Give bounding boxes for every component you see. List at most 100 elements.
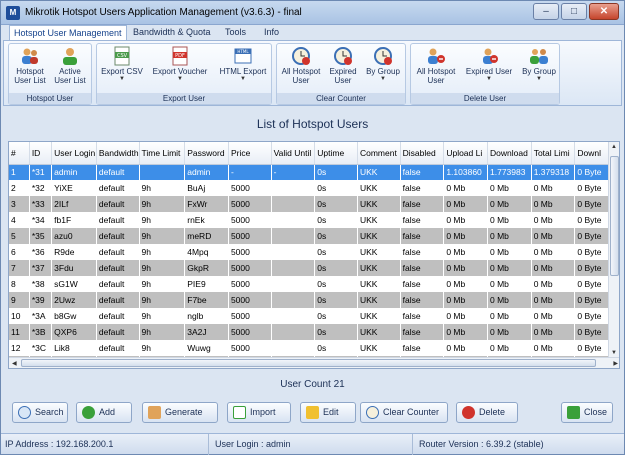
add-icon xyxy=(82,406,95,419)
scroll-up-icon[interactable]: ▲ xyxy=(611,144,617,150)
table-cell: default xyxy=(96,228,140,244)
close-button[interactable]: Close xyxy=(561,402,613,423)
menu-bandwidth-quota[interactable]: Bandwidth & Quota xyxy=(129,25,215,40)
table-cell: false xyxy=(400,180,445,196)
clear-expired-user-button[interactable]: Expired User xyxy=(325,46,361,85)
table-cell: 0 Mb xyxy=(531,212,576,228)
users-delete-icon xyxy=(426,46,446,66)
users-grid[interactable]: # ID User Login Bandwidth Time Limit Password… xyxy=(8,141,620,369)
table-row[interactable]: 3 *33 2ILf default 9h FxWr 5000 0s UKK false 0 Mb 0… xyxy=(9,196,609,212)
delete-button[interactable]: Delete xyxy=(456,402,518,423)
column-header[interactable]: User Login xyxy=(51,142,97,165)
table-row[interactable]: 1 *31 admin default admin - -0s UKK false 1.10386… xyxy=(9,164,609,180)
table-cell: false xyxy=(400,228,445,244)
table-row[interactable]: 8 *38 sG1W default 9h PIE9 5000 0s UKK false 0 Mb 0… xyxy=(9,276,609,292)
delete-by-group-button[interactable]: By Group ▼ xyxy=(519,46,559,82)
table-row[interactable]: 4 *34 fb1F default 9h rnEk 5000 0s UKK false 0 Mb 0… xyxy=(9,212,609,228)
table-body: 1 *31 admin default admin - -0s UKK false 1.10386… xyxy=(9,164,609,368)
column-header[interactable]: Comment xyxy=(357,142,401,165)
table-cell: 0 Mb xyxy=(443,308,489,324)
delete-expired-user-button[interactable]: Expired User ▼ xyxy=(461,46,517,82)
table-cell: 0 Mb xyxy=(443,212,489,228)
scroll-right-icon[interactable]: ▶ xyxy=(613,360,618,367)
user-count: User Count 21 xyxy=(280,379,345,390)
export-voucher-button[interactable]: PDF Export Voucher ▼ xyxy=(147,46,213,82)
table-row[interactable]: 9 *39 2Uwz default 9h F7be 5000 0s UKK false 0 Mb 0… xyxy=(9,292,609,308)
maximize-button[interactable]: □ xyxy=(561,3,587,20)
table-cell: 0 Mb xyxy=(487,228,532,244)
title-bar[interactable]: M Mikrotik Hotspot Users Application Man… xyxy=(1,1,624,25)
table-cell: 0 Mb xyxy=(531,340,576,356)
table-cell: 0 Mb xyxy=(487,244,532,260)
clear-counter-button[interactable]: Clear Counter xyxy=(360,402,448,423)
vertical-scroll-thumb[interactable] xyxy=(610,156,619,276)
column-header[interactable]: ID xyxy=(29,142,53,165)
html-export-label: HTML Export xyxy=(219,67,267,76)
table-cell: azu0 xyxy=(51,228,97,244)
column-header[interactable]: Total Limi xyxy=(531,142,576,165)
import-button[interactable]: Import xyxy=(227,402,291,423)
table-cell: default xyxy=(96,212,140,228)
table-cell: 0 Mb xyxy=(487,324,532,340)
column-header[interactable]: Download xyxy=(487,142,532,165)
column-header[interactable]: Password xyxy=(184,142,229,165)
generate-button[interactable]: Generate xyxy=(142,402,218,423)
edit-button[interactable]: Edit xyxy=(300,402,356,423)
close-window-button[interactable]: ✕ xyxy=(589,3,619,20)
export-csv-button[interactable]: CSV Export CSV ▼ xyxy=(99,46,145,82)
horizontal-scrollbar[interactable]: ◀ ▶ xyxy=(9,357,619,368)
column-header[interactable]: Disabled xyxy=(400,142,445,165)
table-row[interactable]: 7 *37 3Fdu default 9h GkpR 5000 0s UKK false 0 Mb 0… xyxy=(9,260,609,276)
horizontal-scroll-thumb[interactable] xyxy=(21,359,596,367)
table-row[interactable]: 10 *3A b8Gw default 9h nglb 5000 0s UKK false 0 Mb… xyxy=(9,308,609,324)
minimize-button[interactable]: – xyxy=(533,3,559,20)
table-cell: false xyxy=(400,276,445,292)
column-header[interactable]: Time Limit xyxy=(139,142,186,165)
table-cell: *33 xyxy=(29,196,53,212)
clock-icon xyxy=(366,406,379,419)
add-button[interactable]: Add xyxy=(76,402,132,423)
menu-tools[interactable]: Tools xyxy=(221,25,250,40)
html-file-icon: HTML xyxy=(233,46,253,66)
table-cell: 6 xyxy=(9,244,30,260)
table-cell xyxy=(271,260,316,276)
table-row[interactable]: 2 *32 YiXE default 9h BuAj 5000 0s UKK false 0 Mb 0… xyxy=(9,180,609,196)
column-header[interactable]: Price xyxy=(228,142,272,165)
menu-info[interactable]: Info xyxy=(260,25,283,40)
clear-all-hotspot-user-button[interactable]: All Hotspot User xyxy=(279,46,323,85)
hotspot-user-list-button[interactable]: Hotspot User List xyxy=(11,46,49,85)
table-row[interactable]: 11 *3B QXP6 default 9h 3A2J 5000 0s UKK false 0 Mb… xyxy=(9,324,609,340)
column-header[interactable]: Upload Li xyxy=(443,142,489,165)
table-cell: 9h xyxy=(139,308,186,324)
vertical-scrollbar[interactable]: ▲ ▼ xyxy=(608,142,619,358)
close-button-label: Close xyxy=(584,407,608,417)
table-cell: 1.379318 xyxy=(531,164,576,180)
column-header[interactable]: Bandwidth xyxy=(96,142,140,165)
import-button-label: Import xyxy=(250,407,276,417)
table-cell: false xyxy=(400,260,445,276)
delete-all-hotspot-user-button[interactable]: All Hotspot User xyxy=(413,46,459,85)
html-export-button[interactable]: HTML HTML Export ▼ xyxy=(215,46,271,82)
table-cell: 9h xyxy=(139,276,186,292)
table-row[interactable]: 6 *36 R9de default 9h 4Mpq 5000 0s UKK false 0 Mb 0… xyxy=(9,244,609,260)
app-window: M Mikrotik Hotspot Users Application Man… xyxy=(0,0,625,455)
search-button[interactable]: Search xyxy=(12,402,68,423)
column-header[interactable]: Valid Until xyxy=(271,142,316,165)
scroll-down-icon[interactable]: ▼ xyxy=(611,350,617,356)
menu-hotspot-user-management[interactable]: Hotspot User Management xyxy=(9,25,127,40)
table-cell: 9h xyxy=(139,180,186,196)
table-row[interactable]: 5 *35 azu0 default 9h meRD 5000 0s UKK false 0 Mb 0… xyxy=(9,228,609,244)
table-cell: *3A xyxy=(29,308,53,324)
column-header[interactable]: Uptime xyxy=(314,142,358,165)
scroll-left-icon[interactable]: ◀ xyxy=(12,360,17,367)
table-cell: 5000 xyxy=(228,212,272,228)
table-row[interactable]: 12 *3C Lik8 default 9h Wuwg 5000 0s UKK false 0 Mb… xyxy=(9,340,609,356)
table-cell: default xyxy=(96,324,140,340)
clear-by-group-button[interactable]: By Group ▼ xyxy=(363,46,403,82)
active-user-list-button[interactable]: Active User List xyxy=(51,46,89,85)
table-cell: 0 Mb xyxy=(443,196,489,212)
column-header[interactable]: Downl xyxy=(574,142,609,165)
table-cell: 9h xyxy=(139,292,186,308)
table-cell: admin xyxy=(184,164,229,180)
column-header[interactable]: # xyxy=(9,142,30,165)
